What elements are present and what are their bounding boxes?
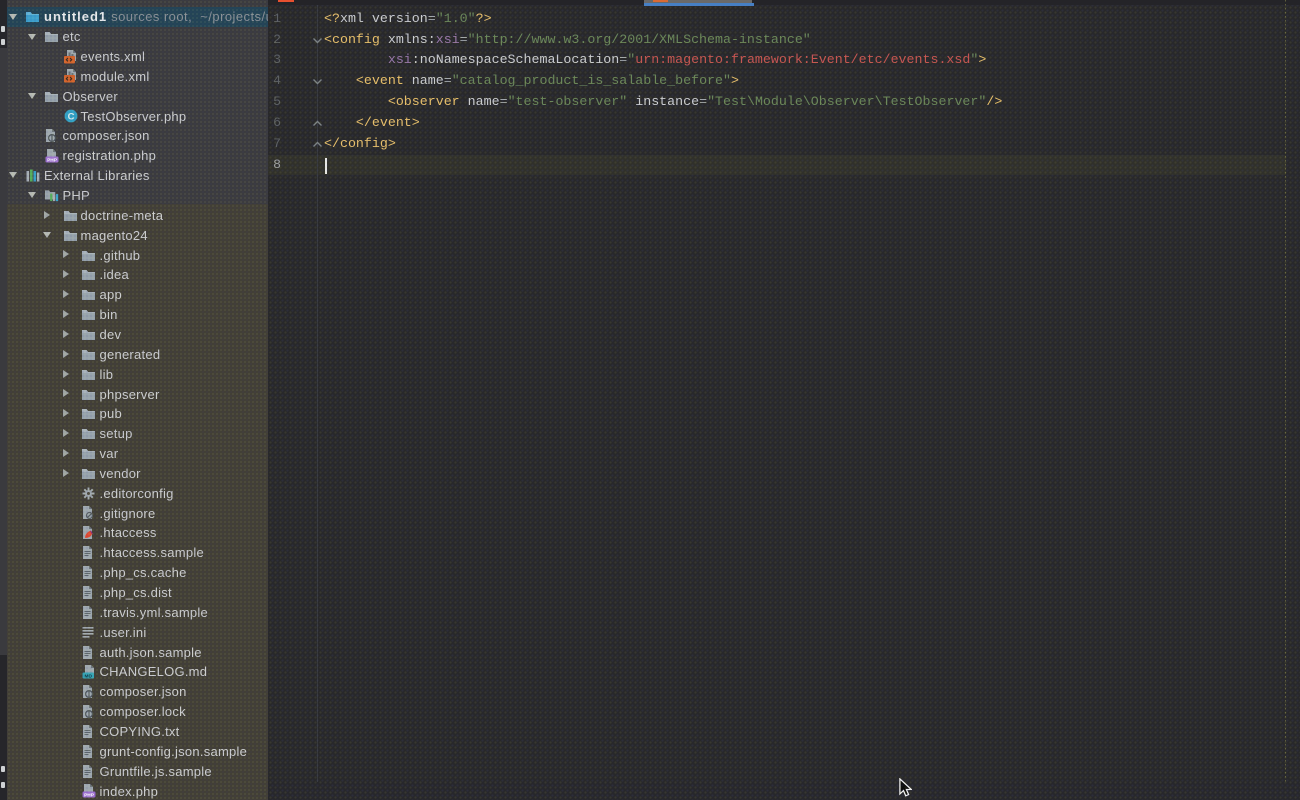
svg-text:C: C [67, 111, 74, 122]
svg-text:MD: MD [84, 673, 92, 679]
svg-text:PHP: PHP [84, 792, 95, 798]
svg-text:PHP: PHP [47, 157, 58, 163]
